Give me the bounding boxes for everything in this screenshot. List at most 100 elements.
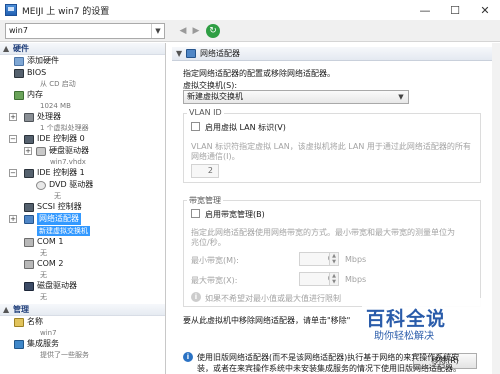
tree-item-memory-detail: 1024 MB — [0, 101, 165, 111]
virtual-switch-dropdown[interactable]: 新建虚拟交换机 ▼ — [183, 90, 409, 104]
tree-item-ide0[interactable]: − IDE 控制器 0 — [0, 133, 165, 145]
tree-item-com1-detail: 无 — [0, 248, 165, 258]
com-port-icon — [24, 259, 34, 269]
floppy-disk-icon — [24, 281, 34, 291]
min-bandwidth-unit: Mbps — [345, 255, 367, 264]
bottom-info-line1: 使用旧版网络适配器(而不是该网络适配器)执行基于网络的来宾操作系统安 — [197, 353, 460, 362]
tree-item-scsi[interactable]: SCSI 控制器 — [0, 201, 165, 213]
tree-item-label: 集成服务 — [27, 339, 59, 348]
refresh-icon[interactable]: ↻ — [206, 24, 220, 38]
tree-item-detail: 从 CD 启动 — [40, 80, 76, 88]
tree-item-integration-services[interactable]: 集成服务 — [0, 338, 165, 350]
tree-item-bios[interactable]: BIOS — [0, 67, 165, 79]
tree-item-label: BIOS — [27, 68, 47, 77]
tree-item-detail: 无 — [54, 192, 61, 200]
max-bandwidth-unit: Mbps — [345, 275, 367, 284]
minimize-button[interactable]: — — [410, 0, 440, 20]
network-adapter-icon — [186, 49, 196, 58]
network-adapter-icon — [24, 214, 34, 224]
remove-description: 要从此虚拟机中移除网络适配器，请单击"移除" — [183, 316, 351, 325]
tree-item-label: 名称 — [27, 317, 43, 326]
com-port-icon — [24, 237, 34, 247]
vlan-checkbox-label: 启用虚拟 LAN 标识(V) — [205, 123, 286, 132]
tree-item-label: IDE 控制器 1 — [37, 168, 85, 177]
tree-item-com2[interactable]: COM 2 — [0, 258, 165, 270]
vlan-checkbox[interactable] — [191, 122, 200, 131]
max-bandwidth-spinner[interactable]: ▲ ▼ — [329, 272, 339, 286]
collapse-icon[interactable]: ▼ — [176, 49, 186, 58]
tree-item-name-detail: win7 — [0, 328, 165, 338]
ide-controller-icon — [24, 134, 34, 144]
settings-tree: ▲ 硬件 添加硬件 BIOS 从 CD 启动 内存 1024 MB + 处理器 … — [0, 43, 166, 374]
add-hardware-icon — [14, 56, 24, 66]
tree-item-dvd[interactable]: DVD 驱动器 — [0, 179, 165, 191]
tree-item-label: IDE 控制器 0 — [37, 134, 85, 143]
tree-item-hard-drive[interactable]: + 硬盘驱动器 — [0, 145, 165, 157]
bandwidth-description-line2: 兆位/秒。 — [191, 238, 226, 247]
chevron-down-icon[interactable]: ▼ — [151, 24, 164, 38]
panel-header: ▼ 网络适配器 — [172, 47, 492, 61]
tree-item-network-adapter[interactable]: + 网络适配器 — [0, 213, 165, 225]
tree-item-memory[interactable]: 内存 — [0, 89, 165, 101]
tree-item-detail: 新建虚拟交换机 — [37, 225, 90, 236]
expand-plus-icon[interactable]: + — [9, 215, 17, 223]
bandwidth-description-line1: 指定此网络适配器使用网络带宽的方式。最小带宽和最大带宽的测量单位为 — [191, 228, 455, 237]
tree-item-label: 磁盘驱动器 — [37, 281, 77, 290]
tree-item-floppy[interactable]: 磁盘驱动器 — [0, 280, 165, 292]
expand-plus-icon[interactable]: + — [24, 147, 32, 155]
panel-scrollbar[interactable] — [492, 43, 500, 374]
tree-item-label: DVD 驱动器 — [49, 180, 94, 189]
watermark-subtitle: 助你轻松解决 — [374, 331, 434, 342]
collapse-minus-icon[interactable]: − — [9, 169, 17, 177]
processor-icon — [24, 112, 34, 122]
forward-arrow-icon[interactable]: ▶ — [190, 24, 202, 38]
bandwidth-checkbox[interactable] — [191, 209, 200, 218]
expand-plus-icon[interactable]: + — [9, 113, 17, 121]
vlan-group-title: VLAN ID — [187, 108, 224, 117]
tree-item-integration-detail: 提供了一些服务 — [0, 350, 165, 360]
tree-item-network-adapter-detail[interactable]: 新建虚拟交换机 — [0, 225, 165, 236]
tree-item-detail: 1 个虚拟处理器 — [40, 124, 89, 132]
info-icon: i — [183, 352, 193, 362]
bottom-info-line2: 装，或者在来宾操作系统中未安装集成服务的情况下使用旧版网络适配器。 — [197, 364, 461, 373]
management-section-header[interactable]: ▲ 管理 — [0, 304, 165, 316]
vlan-id-input[interactable]: 2 — [191, 164, 219, 178]
vm-select-dropdown[interactable]: win7 ▼ — [5, 23, 165, 39]
memory-icon — [14, 90, 24, 100]
min-bandwidth-spinner[interactable]: ▲ ▼ — [329, 252, 339, 266]
hard-drive-icon — [36, 146, 46, 156]
tree-item-com1[interactable]: COM 1 — [0, 236, 165, 248]
tree-item-hard-drive-detail: win7.vhdx — [0, 157, 165, 167]
chevron-down-icon[interactable]: ▼ — [395, 91, 407, 103]
tree-item-add-hardware[interactable]: 添加硬件 — [0, 55, 165, 67]
tree-item-detail: 1024 MB — [40, 102, 71, 110]
tree-item-detail: 无 — [40, 249, 47, 257]
max-bandwidth-label: 最大带宽(X): — [191, 276, 238, 285]
min-bandwidth-label: 最小带宽(M): — [191, 256, 239, 265]
toolbar: win7 ▼ ◀ ▶ ↻ — [0, 20, 500, 42]
tree-item-detail: win7.vhdx — [50, 158, 86, 166]
hyper-v-settings-icon — [5, 4, 17, 16]
bios-chip-icon — [14, 68, 24, 78]
bandwidth-group-title: 带宽管理 — [187, 195, 223, 206]
hardware-section-header[interactable]: ▲ 硬件 — [0, 43, 165, 55]
dvd-drive-icon — [36, 180, 46, 190]
maximize-button[interactable]: ☐ — [440, 0, 470, 20]
name-tag-icon — [14, 317, 24, 327]
collapse-icon[interactable]: ▲ — [3, 43, 13, 55]
tree-item-label: COM 2 — [37, 259, 64, 268]
virtual-switch-value: 新建虚拟交换机 — [187, 92, 243, 101]
collapse-icon[interactable]: ▲ — [3, 304, 13, 316]
tree-item-name[interactable]: 名称 — [0, 316, 165, 328]
tree-item-dvd-detail: 无 — [0, 191, 165, 201]
back-arrow-icon[interactable]: ◀ — [177, 24, 189, 38]
tree-item-ide1[interactable]: − IDE 控制器 1 — [0, 167, 165, 179]
tree-item-floppy-detail: 无 — [0, 292, 165, 302]
collapse-minus-icon[interactable]: − — [9, 135, 17, 143]
tree-item-label: 添加硬件 — [27, 56, 59, 65]
ide-controller-icon — [24, 168, 34, 178]
tree-item-label: COM 1 — [37, 237, 64, 246]
close-button[interactable]: ✕ — [470, 0, 500, 20]
tree-item-processor[interactable]: + 处理器 — [0, 111, 165, 123]
tree-item-detail: 提供了一些服务 — [40, 351, 89, 359]
